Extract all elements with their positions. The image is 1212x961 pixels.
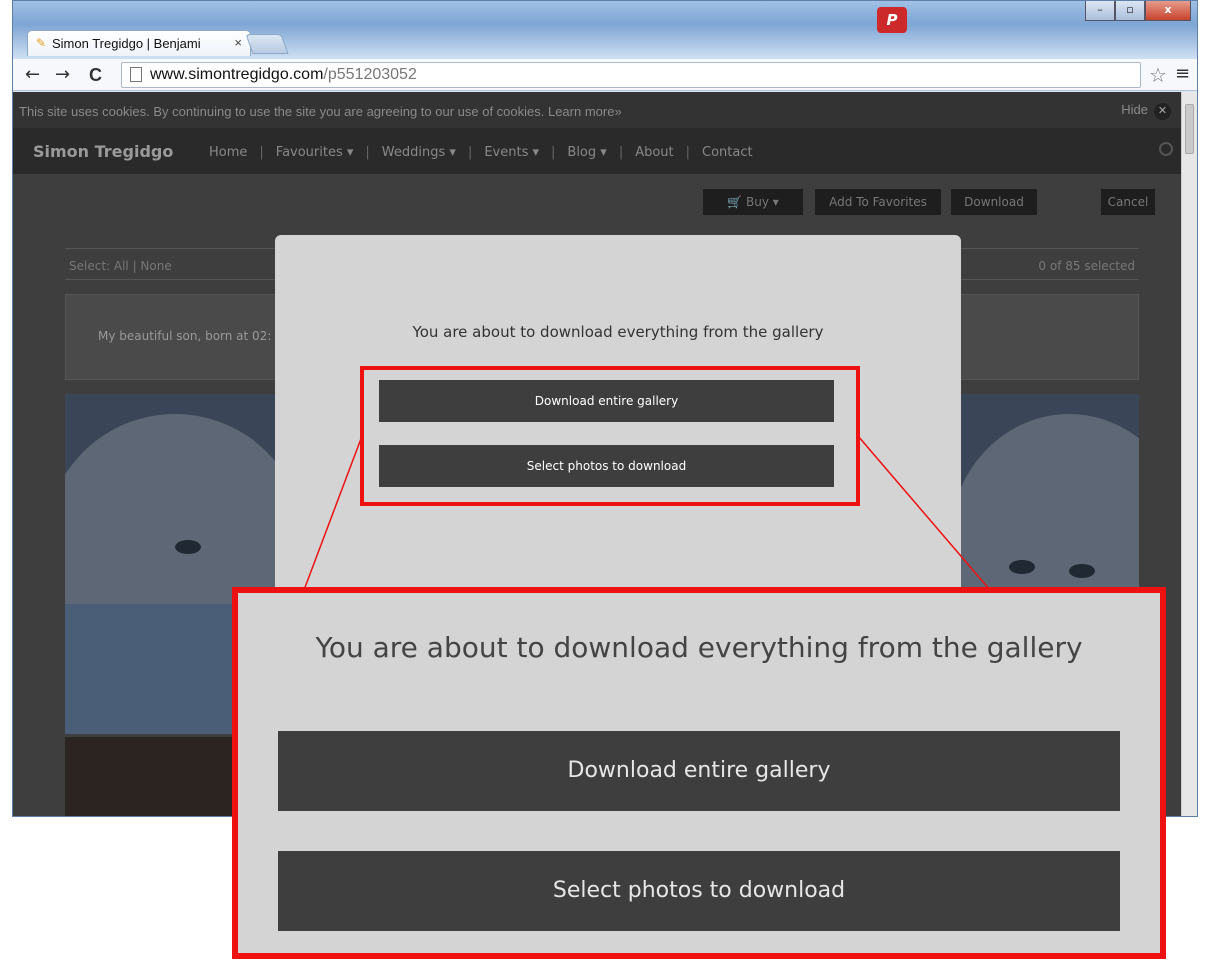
nav-contact[interactable]: Contact (702, 145, 753, 160)
buy-button[interactable]: 🛒 Buy ▾ (703, 189, 803, 215)
page-icon (130, 67, 142, 82)
nav-separator: | (365, 145, 370, 160)
reload-icon[interactable]: C (89, 65, 102, 85)
baby-eye (175, 540, 201, 554)
nav-separator: | (618, 145, 624, 160)
scrollbar-thumb[interactable] (1185, 104, 1194, 154)
cookie-bar: This site uses cookies. By continuing to… (13, 92, 1183, 128)
zoomed-select-photos-button[interactable]: Select photos to download (278, 851, 1120, 931)
dialog-message: You are about to download everything fro… (412, 323, 824, 341)
select-all-none[interactable]: Select: All | None (69, 259, 172, 273)
nav-separator: | (259, 145, 264, 160)
cancel-button[interactable]: Cancel (1101, 189, 1155, 215)
new-tab-button[interactable] (245, 34, 289, 54)
close-circle-icon[interactable]: ✕ (1154, 103, 1171, 120)
highlight-box (360, 366, 860, 506)
maximize-button[interactable]: ▫ (1115, 1, 1145, 21)
back-arrow-icon[interactable]: ← (25, 65, 40, 85)
nav-events[interactable]: Events ▾ (484, 145, 539, 160)
nav-separator: | (551, 145, 556, 160)
nav-blog[interactable]: Blog ▾ (567, 145, 606, 160)
bookmark-star-icon[interactable]: ☆ (1149, 63, 1167, 87)
extension-icon[interactable]: P (877, 7, 907, 33)
search-icon[interactable] (1159, 142, 1173, 156)
minimize-button[interactable]: – (1085, 1, 1115, 21)
zoomed-callout: You are about to download everything fro… (232, 587, 1166, 959)
baby-eye (1069, 564, 1095, 578)
title-bar: ✎ Simon Tregidgo | Benjami × P – ▫ x (13, 1, 1197, 59)
page-scrollbar[interactable] (1181, 92, 1197, 816)
download-button[interactable]: Download (951, 189, 1037, 215)
nav-separator: | (467, 145, 473, 160)
cookie-text[interactable]: This site uses cookies. By continuing to… (19, 104, 622, 119)
tab-title: Simon Tregidgo | Benjami (52, 36, 201, 51)
browser-tab[interactable]: ✎ Simon Tregidgo | Benjami × (27, 30, 251, 56)
window-close-button[interactable]: x (1145, 1, 1191, 21)
nav-separator: | (685, 145, 691, 160)
nav-favourites[interactable]: Favourites ▾ (276, 145, 354, 160)
zoomed-dialog-message: You are about to download everything fro… (315, 631, 1083, 664)
caption-text: My beautiful son, born at 02: (98, 329, 272, 343)
site-brand[interactable]: Simon Tregidgo (33, 142, 173, 161)
nav-home[interactable]: Home (209, 145, 247, 160)
browser-toolbar: ← → C www.simontregidgo.com/p551203052 ☆… (13, 59, 1197, 91)
url-path: /p551203052 (323, 66, 417, 83)
tab-close-icon[interactable]: × (234, 35, 242, 50)
window-controls: – ▫ x (1085, 1, 1191, 23)
url-domain: www.simontregidgo.com (150, 66, 324, 83)
pen-favicon-icon: ✎ (36, 36, 47, 50)
baby-eye (1009, 560, 1035, 574)
selected-count: 0 of 85 selected (1038, 259, 1135, 273)
cookie-hide[interactable]: Hide ✕ (1121, 102, 1171, 120)
nav-about[interactable]: About (635, 145, 673, 160)
nav-links: Home | Favourites ▾ | Weddings ▾ | Event… (209, 145, 753, 160)
zoomed-download-entire-gallery-button[interactable]: Download entire gallery (278, 731, 1120, 811)
add-to-favorites-button[interactable]: Add To Favorites (815, 189, 941, 215)
nav-weddings[interactable]: Weddings ▾ (382, 145, 456, 160)
forward-arrow-icon[interactable]: → (55, 65, 70, 85)
hide-label[interactable]: Hide (1121, 102, 1148, 117)
site-navbar: Simon Tregidgo Home | Favourites ▾ | Wed… (13, 128, 1183, 174)
menu-icon[interactable]: ≡ (1175, 63, 1190, 84)
address-bar[interactable]: www.simontregidgo.com/p551203052 (121, 62, 1141, 88)
